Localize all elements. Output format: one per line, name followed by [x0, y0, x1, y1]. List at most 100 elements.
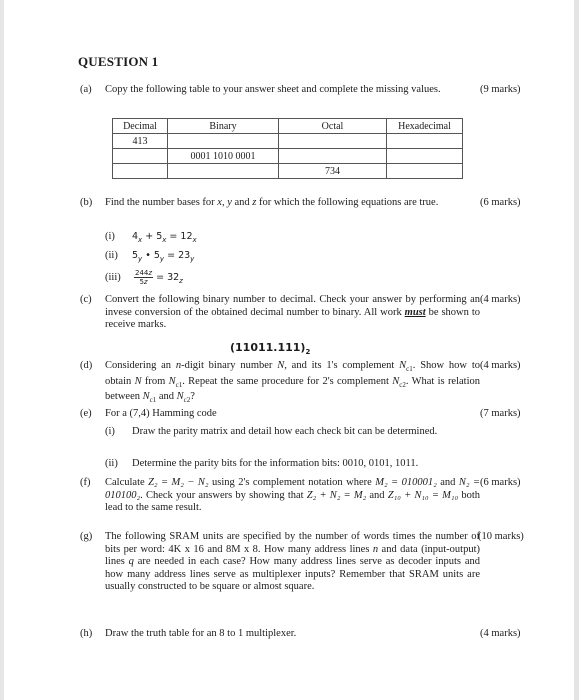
question-g-label: (g)	[80, 531, 93, 542]
numerator: 244z	[134, 269, 154, 278]
text: , and its 1's complement	[284, 360, 400, 371]
text: from	[141, 375, 169, 387]
text: and	[366, 489, 388, 501]
table-cell	[386, 148, 463, 164]
text: Calculate	[105, 477, 149, 488]
op: =	[166, 231, 181, 242]
fraction: 244z 5z	[134, 269, 154, 286]
table-row: 734	[112, 163, 463, 179]
page-edge-left	[0, 0, 4, 700]
page-edge-right	[574, 0, 579, 700]
question-h-marks: (4 marks)	[480, 628, 521, 639]
base: z	[148, 269, 153, 277]
item-text: Draw the parity matrix and detail how ea…	[132, 426, 438, 437]
equation: Z₂ + N₂ = M₂	[306, 489, 367, 501]
expr: (11011.111)	[230, 341, 306, 354]
equation: Z₁₀ + N₁₀ = M₁₀	[387, 489, 459, 501]
table-cell: 734	[278, 163, 387, 179]
table-cell: 0001 1010 0001	[167, 148, 279, 164]
text: -digit binary number	[181, 360, 278, 371]
header-binary: Binary	[167, 118, 279, 134]
denominator: 5z	[139, 278, 147, 286]
question-h-label: (h)	[80, 628, 93, 639]
question-b-marks: (6 marks)	[480, 197, 521, 208]
equation-i-label: (i)	[105, 231, 115, 242]
question-d-text: Considering an n-digit binary number N, …	[105, 360, 480, 407]
text: for which the following equations are tr…	[256, 197, 439, 208]
question-b-label: (b)	[80, 197, 93, 208]
equation-ii-label: (ii)	[105, 250, 118, 261]
question-a-marks: (9 marks)	[480, 84, 521, 95]
num: 32	[167, 272, 180, 283]
var: N	[168, 375, 176, 387]
question-e-label: (e)	[80, 408, 92, 419]
var: N	[134, 375, 142, 387]
num: 23	[178, 250, 191, 261]
item-text: Determine the parity bits for the inform…	[132, 458, 419, 469]
table-cell	[278, 133, 387, 149]
equation: Z₂ = M₂ − N₂	[148, 477, 209, 488]
text: Considering an	[105, 360, 176, 371]
var-sub: c2	[399, 380, 406, 389]
question-d-marks: (4 marks)	[480, 360, 521, 371]
var: N	[142, 391, 150, 403]
base: z	[179, 276, 183, 285]
base: y	[190, 254, 195, 263]
question-a-text: Copy the following table to your answer …	[105, 84, 441, 95]
text: using 2's complement notation where	[208, 477, 376, 488]
num: 12	[180, 231, 193, 242]
table-header-row: Decimal Binary Octal Hexadecimal	[112, 118, 463, 134]
table-row: 413	[112, 133, 463, 149]
expr-base: 2	[305, 348, 311, 357]
equation-iii-expr: 244z 5z = 32z	[134, 269, 183, 287]
base: x	[192, 235, 197, 244]
equation-ii-expr: 5y • 5y = 23y	[132, 250, 194, 265]
table-cell: 413	[112, 133, 168, 149]
question-f-marks: (6 marks)	[480, 477, 521, 488]
question-c-label: (c)	[80, 294, 92, 305]
op: •	[142, 250, 154, 261]
question-d-label: (d)	[80, 360, 93, 371]
question-c-marks: (4 marks)	[480, 294, 521, 305]
var-sub: c1	[406, 365, 413, 374]
emphasis-must: must	[404, 306, 426, 318]
op: =	[153, 272, 168, 283]
question-c-text: Convert the following binary number to d…	[105, 294, 480, 332]
question-b-text: Find the number bases for x, y and z for…	[105, 197, 480, 210]
table-cell	[386, 133, 463, 149]
text: and	[156, 391, 177, 403]
equation-i-expr: 4x + 5x = 12x	[132, 231, 197, 246]
question-g-marks: (10 marks)	[478, 531, 524, 542]
conversion-table: Decimal Binary Octal Hexadecimal 413 000…	[112, 118, 463, 179]
header-hexadecimal: Hexadecimal	[386, 118, 463, 134]
item-label: (i)	[105, 426, 115, 437]
text: . Check your answers by showing that	[140, 489, 307, 501]
question-a-label: (a)	[80, 84, 92, 95]
question-f-label: (f)	[80, 477, 91, 488]
table-cell	[386, 163, 463, 179]
text: and	[436, 477, 459, 488]
binary-expression: (11011.111)2	[230, 341, 311, 359]
table-row: 0001 1010 0001	[112, 148, 463, 164]
text: . Repeat the same procedure for 2's comp…	[182, 375, 393, 387]
base: z	[143, 278, 148, 286]
question-g-text: The following SRAM units are specified b…	[105, 531, 480, 594]
table-cell	[112, 163, 168, 179]
op: +	[142, 231, 157, 242]
var: N	[176, 391, 184, 403]
text: and	[231, 197, 253, 208]
equation: M₂ = 010001₂	[375, 477, 437, 488]
question-f-text: Calculate Z₂ = M₂ − N₂ using 2's complem…	[105, 477, 480, 515]
text: ?	[190, 391, 195, 403]
header-octal: Octal	[278, 118, 387, 134]
header-decimal: Decimal	[112, 118, 168, 134]
text: are needed in each case? How many addres…	[105, 556, 480, 593]
question-e-text: For a (7,4) Hamming code	[105, 408, 217, 419]
table-cell	[112, 148, 168, 164]
op: =	[164, 250, 179, 261]
num: 244	[135, 269, 149, 277]
text: Find the number bases for	[105, 197, 218, 208]
item-label: (ii)	[105, 458, 118, 469]
question-h-text: Draw the truth table for an 8 to 1 multi…	[105, 628, 297, 639]
table-cell	[167, 163, 279, 179]
